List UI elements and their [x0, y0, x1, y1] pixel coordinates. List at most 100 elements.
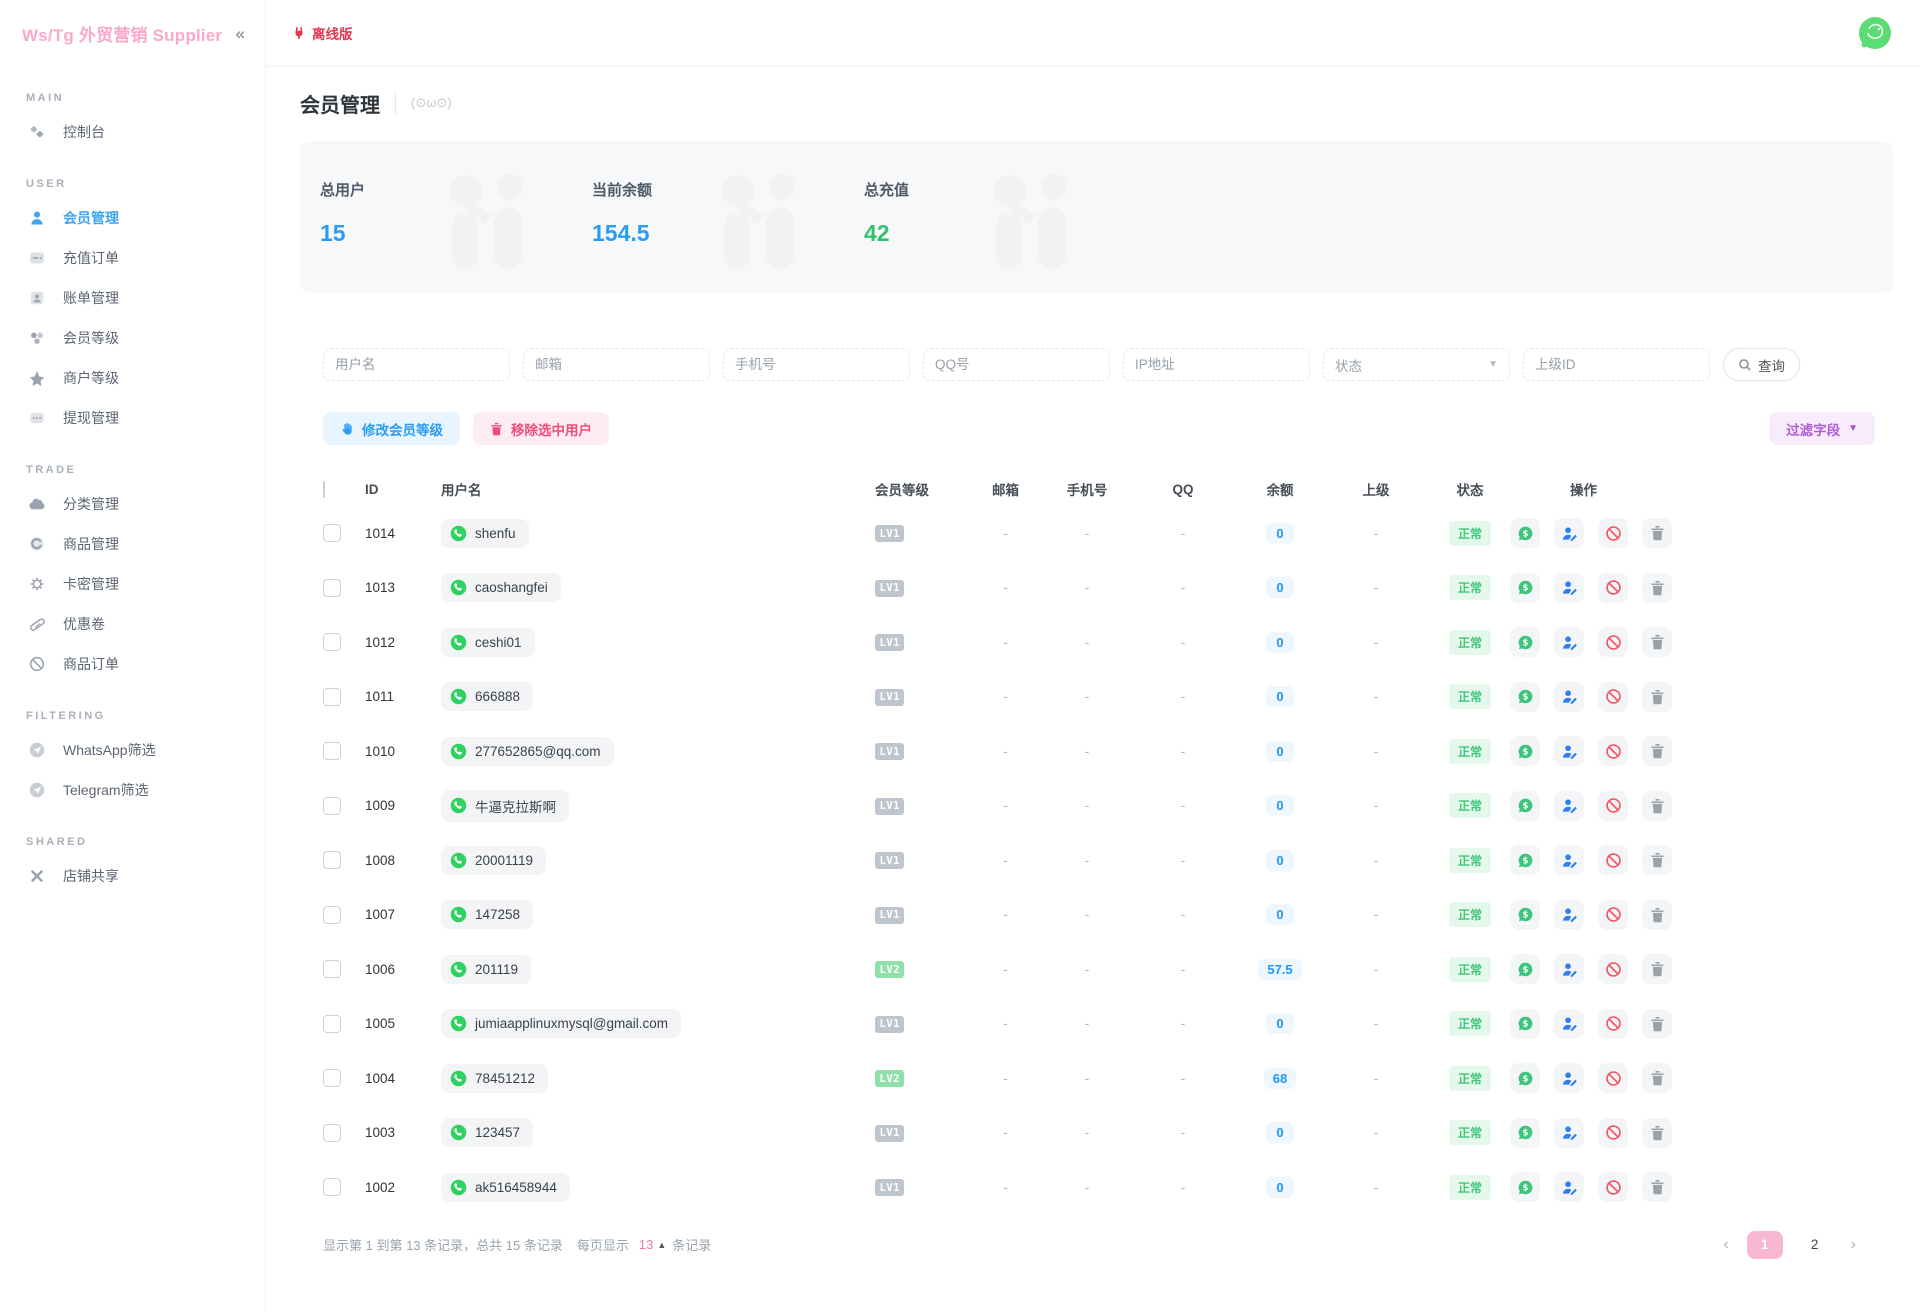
- prev-page-button[interactable]: ‹: [1719, 1236, 1732, 1254]
- email-input[interactable]: [523, 348, 710, 381]
- remove-selected-button[interactable]: 移除选中用户: [473, 412, 609, 445]
- sidebar-item-merchant-levels[interactable]: 商户等级: [0, 358, 265, 398]
- per-page-select[interactable]: 13: [639, 1237, 653, 1252]
- ban-user-button[interactable]: [1598, 682, 1628, 712]
- sidebar-item-goods-management[interactable]: 商品管理: [0, 524, 265, 564]
- row-checkbox[interactable]: [323, 1015, 341, 1033]
- ip-input[interactable]: [1123, 348, 1310, 381]
- delete-user-button[interactable]: [1642, 682, 1672, 712]
- parent-id-input[interactable]: [1523, 348, 1710, 381]
- delete-user-button[interactable]: [1642, 1009, 1672, 1039]
- sidebar-item-goods-orders[interactable]: 商品订单: [0, 644, 265, 684]
- recharge-button[interactable]: $: [1510, 954, 1540, 984]
- username-badge[interactable]: 牛逼克拉斯啊: [441, 790, 569, 822]
- edit-user-button[interactable]: [1554, 1172, 1584, 1202]
- row-checkbox[interactable]: [323, 579, 341, 597]
- username-badge[interactable]: 277652865@qq.com: [441, 737, 614, 766]
- username-badge[interactable]: caoshangfei: [441, 573, 561, 602]
- recharge-button[interactable]: $: [1510, 1118, 1540, 1148]
- row-checkbox[interactable]: [323, 1178, 341, 1196]
- row-checkbox[interactable]: [323, 742, 341, 760]
- edit-user-button[interactable]: [1554, 573, 1584, 603]
- change-level-button[interactable]: 修改会员等级: [323, 412, 460, 445]
- recharge-button[interactable]: $: [1510, 845, 1540, 875]
- recharge-button[interactable]: $: [1510, 736, 1540, 766]
- ban-user-button[interactable]: [1598, 900, 1628, 930]
- ban-user-button[interactable]: [1598, 1009, 1628, 1039]
- ban-user-button[interactable]: [1598, 954, 1628, 984]
- username-badge[interactable]: shenfu: [441, 519, 529, 548]
- delete-user-button[interactable]: [1642, 791, 1672, 821]
- ban-user-button[interactable]: [1598, 1063, 1628, 1093]
- qq-input[interactable]: [923, 348, 1110, 381]
- delete-user-button[interactable]: [1642, 518, 1672, 548]
- edit-user-button[interactable]: [1554, 627, 1584, 657]
- delete-user-button[interactable]: [1642, 845, 1672, 875]
- username-badge[interactable]: 147258: [441, 900, 533, 929]
- ban-user-button[interactable]: [1598, 1118, 1628, 1148]
- row-checkbox[interactable]: [323, 906, 341, 924]
- delete-user-button[interactable]: [1642, 1063, 1672, 1093]
- edit-user-button[interactable]: [1554, 1118, 1584, 1148]
- row-checkbox[interactable]: [323, 1124, 341, 1142]
- recharge-button[interactable]: $: [1510, 1172, 1540, 1202]
- edit-user-button[interactable]: [1554, 954, 1584, 984]
- ban-user-button[interactable]: [1598, 573, 1628, 603]
- sidebar-item-cardkey-management[interactable]: 卡密管理: [0, 564, 265, 604]
- edit-user-button[interactable]: [1554, 900, 1584, 930]
- username-badge[interactable]: jumiaapplinuxmysql@gmail.com: [441, 1009, 681, 1038]
- sidebar-item-telegram-filter[interactable]: Telegram筛选: [0, 770, 265, 810]
- username-badge[interactable]: 123457: [441, 1118, 533, 1147]
- username-badge[interactable]: 201119: [441, 955, 531, 984]
- edit-user-button[interactable]: [1554, 1009, 1584, 1039]
- sidebar-item-shop-share[interactable]: 店铺共享: [0, 856, 265, 896]
- recharge-button[interactable]: $: [1510, 1009, 1540, 1039]
- status-select[interactable]: 状态▼: [1323, 348, 1510, 381]
- delete-user-button[interactable]: [1642, 1118, 1672, 1148]
- ban-user-button[interactable]: [1598, 791, 1628, 821]
- row-checkbox[interactable]: [323, 688, 341, 706]
- edit-user-button[interactable]: [1554, 845, 1584, 875]
- filter-fields-button[interactable]: 过滤字段 ▼: [1769, 412, 1875, 445]
- page-button-1[interactable]: 1: [1747, 1231, 1783, 1259]
- username-badge[interactable]: 20001119: [441, 846, 546, 875]
- next-page-button[interactable]: ›: [1847, 1236, 1860, 1254]
- ban-user-button[interactable]: [1598, 1172, 1628, 1202]
- delete-user-button[interactable]: [1642, 736, 1672, 766]
- row-checkbox[interactable]: [323, 851, 341, 869]
- edit-user-button[interactable]: [1554, 791, 1584, 821]
- row-checkbox[interactable]: [323, 797, 341, 815]
- delete-user-button[interactable]: [1642, 627, 1672, 657]
- sidebar-item-whatsapp-filter[interactable]: WhatsApp筛选: [0, 730, 265, 770]
- recharge-button[interactable]: $: [1510, 518, 1540, 548]
- recharge-button[interactable]: $: [1510, 1063, 1540, 1093]
- edit-user-button[interactable]: [1554, 682, 1584, 712]
- delete-user-button[interactable]: [1642, 1172, 1672, 1202]
- delete-user-button[interactable]: [1642, 954, 1672, 984]
- edit-user-button[interactable]: [1554, 1063, 1584, 1093]
- page-button-2[interactable]: 2: [1797, 1231, 1833, 1259]
- sidebar-item-withdraw-management[interactable]: 提现管理: [0, 398, 265, 438]
- sidebar-item-member-management[interactable]: 会员管理: [0, 198, 265, 238]
- username-badge[interactable]: 666888: [441, 682, 533, 711]
- edit-user-button[interactable]: [1554, 736, 1584, 766]
- sidebar-item-coupons[interactable]: 优惠卷: [0, 604, 265, 644]
- sidebar-collapse-icon[interactable]: «: [236, 25, 245, 42]
- username-input[interactable]: [323, 348, 510, 381]
- user-avatar[interactable]: [1858, 16, 1892, 50]
- ban-user-button[interactable]: [1598, 518, 1628, 548]
- delete-user-button[interactable]: [1642, 900, 1672, 930]
- edit-user-button[interactable]: [1554, 518, 1584, 548]
- username-badge[interactable]: 78451212: [441, 1064, 548, 1093]
- search-button[interactable]: 查询: [1723, 348, 1800, 381]
- ban-user-button[interactable]: [1598, 845, 1628, 875]
- ban-user-button[interactable]: [1598, 627, 1628, 657]
- sidebar-item-dashboard[interactable]: 控制台: [0, 112, 265, 152]
- sidebar-item-bill-management[interactable]: 账单管理: [0, 278, 265, 318]
- recharge-button[interactable]: $: [1510, 791, 1540, 821]
- phone-input[interactable]: [723, 348, 910, 381]
- delete-user-button[interactable]: [1642, 573, 1672, 603]
- ban-user-button[interactable]: [1598, 736, 1628, 766]
- recharge-button[interactable]: $: [1510, 627, 1540, 657]
- row-checkbox[interactable]: [323, 1069, 341, 1087]
